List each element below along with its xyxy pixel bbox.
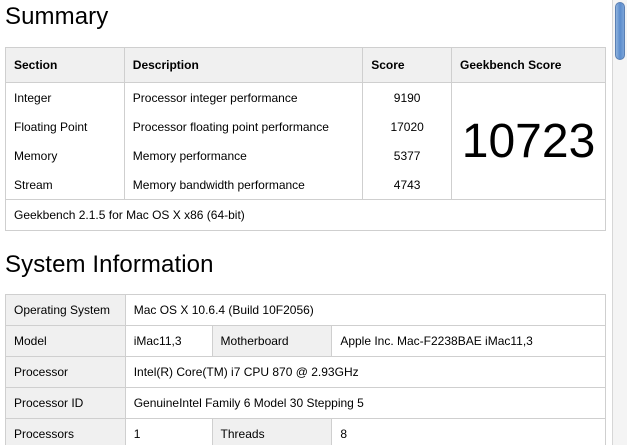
geekbench-version: Geekbench 2.1.5 for Mac OS X x86 (64-bit…	[5, 199, 606, 231]
description-cell: Processor integer performance	[123, 82, 364, 112]
geekbench-score-column-header: Geekbench Score	[451, 47, 606, 83]
model-label: Model	[5, 325, 126, 357]
system-information-table: Operating System Mac OS X 10.6.4 (Build …	[5, 294, 607, 445]
threads-label: Threads	[211, 418, 333, 445]
processor-id-label: Processor ID	[5, 387, 126, 419]
score-cell: 4743	[362, 170, 453, 200]
score-cell: 5377	[362, 141, 453, 170]
motherboard-label: Motherboard	[211, 325, 333, 357]
vertical-scrollbar[interactable]	[612, 0, 627, 445]
processor-value: Intel(R) Core(TM) i7 CPU 870 @ 2.93GHz	[124, 356, 607, 388]
summary-header-row: Section Description Score Geekbench Scor…	[5, 47, 606, 83]
section-cell: Memory	[5, 141, 125, 170]
motherboard-value: Apple Inc. Mac-F2238BAE iMac11,3	[331, 325, 606, 357]
table-row: Model iMac11,3 Motherboard Apple Inc. Ma…	[5, 325, 606, 357]
table-row: Processor Intel(R) Core(TM) i7 CPU 870 @…	[5, 356, 607, 388]
processors-label: Processors	[5, 418, 126, 445]
page: Summary Section Description Score Geekbe…	[0, 0, 612, 445]
geekbench-score-value: 10723	[451, 82, 606, 200]
section-cell: Integer	[5, 82, 125, 112]
os-value: Mac OS X 10.6.4 (Build 10F2056)	[124, 294, 607, 326]
table-row: Integer Processor integer performance 91…	[5, 82, 606, 200]
description-column-header: Description	[123, 47, 364, 83]
threads-value: 8	[331, 418, 606, 445]
processor-id-value: GenuineIntel Family 6 Model 30 Stepping …	[124, 387, 607, 419]
scrollbar-thumb[interactable]	[615, 2, 625, 60]
summary-table: Section Description Score Geekbench Scor…	[5, 47, 606, 231]
model-value: iMac11,3	[124, 325, 213, 357]
processors-value: 1	[124, 418, 213, 445]
score-cell: 9190	[362, 82, 453, 112]
section-cell: Stream	[5, 170, 125, 200]
section-cell: Floating Point	[5, 112, 125, 141]
processor-label: Processor	[5, 356, 126, 388]
description-cell: Memory performance	[123, 141, 364, 170]
table-row: Operating System Mac OS X 10.6.4 (Build …	[5, 294, 607, 326]
section-column-header: Section	[5, 47, 125, 83]
table-row: Processors 1 Threads 8	[5, 418, 606, 445]
system-information-heading: System Information	[5, 251, 214, 278]
score-cell: 17020	[362, 112, 453, 141]
os-label: Operating System	[5, 294, 126, 326]
description-cell: Processor floating point performance	[123, 112, 364, 141]
description-cell: Memory bandwidth performance	[123, 170, 364, 200]
summary-footer-row: Geekbench 2.1.5 for Mac OS X x86 (64-bit…	[5, 199, 606, 231]
summary-heading: Summary	[5, 3, 109, 30]
table-row: Processor ID GenuineIntel Family 6 Model…	[5, 387, 607, 419]
score-column-header: Score	[362, 47, 453, 83]
